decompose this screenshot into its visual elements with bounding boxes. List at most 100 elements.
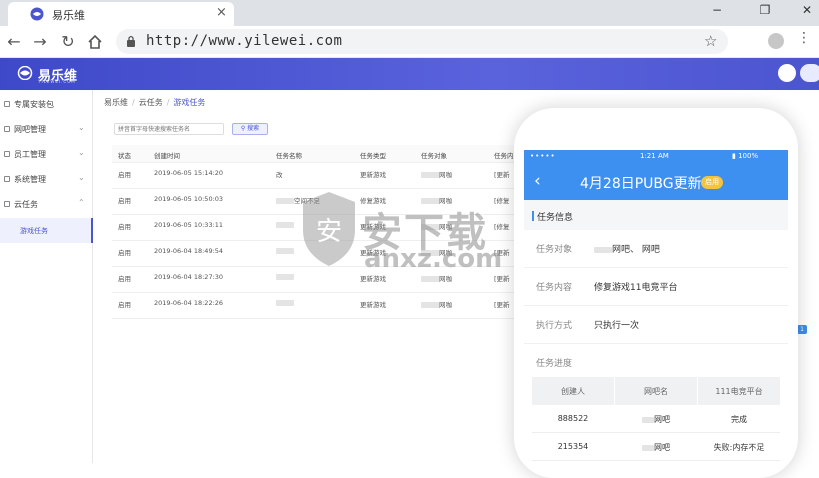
reload-icon[interactable]: ↻: [58, 32, 78, 52]
redacted-block: [421, 172, 439, 178]
battery-percent: 100%: [738, 152, 759, 160]
search-button-label: 搜索: [247, 125, 260, 132]
watermark-shield-icon: 安: [303, 192, 355, 266]
redacted-block: [276, 248, 294, 254]
watermark-url: anxz.com: [364, 244, 503, 274]
cell-content: [修复: [494, 223, 510, 231]
cell-target: 网咖: [439, 301, 452, 309]
chevron-down-icon: ⌄: [78, 123, 85, 132]
search-button[interactable]: ⚲ 搜索: [232, 123, 268, 135]
tab-close-icon[interactable]: ×: [216, 5, 227, 20]
sidebar-item-label: 系统管理: [14, 175, 46, 184]
breadcrumb: 易乐维 / 云任务 / 游戏任务: [104, 98, 206, 107]
redacted-block: [642, 416, 654, 423]
url-text: http://www.yilewei.com: [146, 33, 343, 49]
sidebar-item-package[interactable]: 专属安装包: [0, 92, 93, 117]
info-key: 执行方式: [536, 321, 573, 331]
browser-toolbar: ← → ↻ http://www.yilewei.com ☆ ⋮: [0, 26, 819, 58]
progress-table-header: 创建人 网吧名 111电竞平台: [532, 377, 780, 405]
redacted-block: [421, 276, 439, 282]
sidebar-item-label: 云任务: [14, 200, 38, 209]
sidebar-item-system[interactable]: 系统管理 ⌄: [0, 167, 93, 192]
sidebar-item-netbar[interactable]: 网吧管理 ⌄: [0, 117, 93, 142]
browser-tab[interactable]: 易乐维 ×: [8, 2, 234, 26]
chevron-down-icon: ⌄: [78, 148, 85, 157]
cell-status: 启用: [118, 249, 131, 257]
status-time: 1:21 AM: [640, 152, 669, 160]
info-key: 任务进度: [536, 359, 573, 369]
sidebar-subitem-game-task[interactable]: 游戏任务: [0, 218, 93, 243]
redacted-block: [594, 246, 612, 253]
info-key: 任务对象: [536, 245, 573, 255]
app-logo-icon: [17, 66, 33, 80]
phone-nav-bar: ‹ 4月28日PUBG更新 启用: [524, 164, 788, 200]
extension-icon[interactable]: [768, 33, 784, 49]
page-indicator[interactable]: 1: [797, 325, 807, 334]
breadcrumb-current: 游戏任务: [173, 98, 206, 107]
table-row[interactable]: 启用 2019-06-05 15:14:20 改 更新游戏 网咖 [更新: [112, 163, 532, 189]
forward-icon[interactable]: →: [30, 32, 50, 52]
svg-text:安: 安: [316, 217, 342, 247]
header-task-type: 任务类型: [360, 152, 386, 160]
browser-menu-icon[interactable]: ⋮: [797, 30, 811, 46]
cell-creator: 215354: [557, 442, 589, 451]
user-avatar-icon[interactable]: [778, 64, 796, 82]
section-accent-bar: [532, 211, 534, 221]
redacted-block: [276, 222, 294, 228]
cell-type: 更新游戏: [360, 275, 386, 283]
status-badge: 启用: [701, 176, 723, 189]
info-value: 网吧、 网吧: [594, 242, 660, 255]
staff-icon: [4, 151, 10, 157]
close-window-icon[interactable]: ✕: [797, 3, 817, 17]
app-logo-subtext: YILEWEI.COM: [38, 79, 76, 84]
minimize-icon[interactable]: −: [707, 3, 727, 17]
sidebar-item-cloud-task[interactable]: 云任务 ⌃: [0, 192, 93, 217]
cell-netbar-text: 网吧: [654, 443, 670, 452]
table-header: 状态 创建时间 任务名称 任务类型 任务对象 任务内: [112, 145, 532, 163]
header-platform: 111电竞平台: [715, 387, 763, 396]
info-row-target: 任务对象 网吧、 网吧: [524, 230, 788, 268]
header-task-target: 任务对象: [421, 152, 447, 160]
bookmark-star-icon[interactable]: ☆: [704, 32, 717, 50]
cell-status: 启用: [118, 301, 131, 309]
address-bar[interactable]: http://www.yilewei.com ☆: [116, 29, 728, 54]
redacted-block: [642, 444, 654, 451]
info-row-exec-mode: 执行方式 只执行一次: [524, 306, 788, 344]
app-header: 易乐维 YILEWEI.COM: [0, 58, 819, 90]
cell-netbar: 网吧: [615, 442, 697, 453]
cell-time: 2019-06-05 10:50:03: [154, 195, 224, 203]
header-creator: 创建人: [561, 387, 585, 396]
info-key: 任务内容: [536, 283, 573, 293]
header-created-time: 创建时间: [154, 152, 180, 160]
section-title: 任务信息: [537, 213, 574, 223]
cell-result: 完成: [731, 415, 747, 424]
home-icon[interactable]: [86, 33, 104, 51]
sidebar-item-staff[interactable]: 员工管理 ⌄: [0, 142, 93, 167]
settings-icon: [4, 176, 10, 182]
cloud-icon: [4, 201, 10, 207]
table-row[interactable]: 启用 2019-06-04 18:22:26 更新游戏 网咖 [更新: [112, 293, 532, 319]
search-input[interactable]: [114, 123, 224, 135]
header-task-name: 任务名称: [276, 152, 302, 160]
cell-time: 2019-06-05 10:33:11: [154, 221, 224, 229]
info-value: 修复游戏11电竞平台: [594, 283, 678, 293]
back-chevron-icon[interactable]: ‹: [534, 171, 541, 191]
sidebar: 专属安装包 网吧管理 ⌄ 员工管理 ⌄ 系统管理 ⌄ 云任务 ⌃: [0, 90, 93, 463]
breadcrumb-cloud-task[interactable]: 云任务: [139, 98, 163, 107]
redacted-block: [276, 274, 294, 280]
back-icon[interactable]: ←: [4, 32, 24, 52]
progress-row: 888522 网吧 完成: [532, 405, 780, 433]
info-row-content: 任务内容 修复游戏11电竞平台: [524, 268, 788, 306]
cell-status: 启用: [118, 223, 131, 231]
redacted-block: [276, 198, 294, 204]
cell-status: 启用: [118, 275, 131, 283]
cell-time: 2019-06-05 15:14:20: [154, 169, 224, 177]
breadcrumb-home[interactable]: 易乐维: [104, 98, 128, 107]
cell-type: 更新游戏: [360, 301, 386, 309]
cell-content: [更新: [494, 171, 510, 179]
chevron-down-icon: ⌄: [78, 173, 85, 182]
maximize-icon[interactable]: ❐: [755, 3, 775, 17]
user-menu-icon[interactable]: [800, 64, 819, 82]
cell-type: 更新游戏: [360, 171, 386, 179]
browser-tab-bar: 易乐维 × − ❐ ✕: [0, 0, 819, 26]
